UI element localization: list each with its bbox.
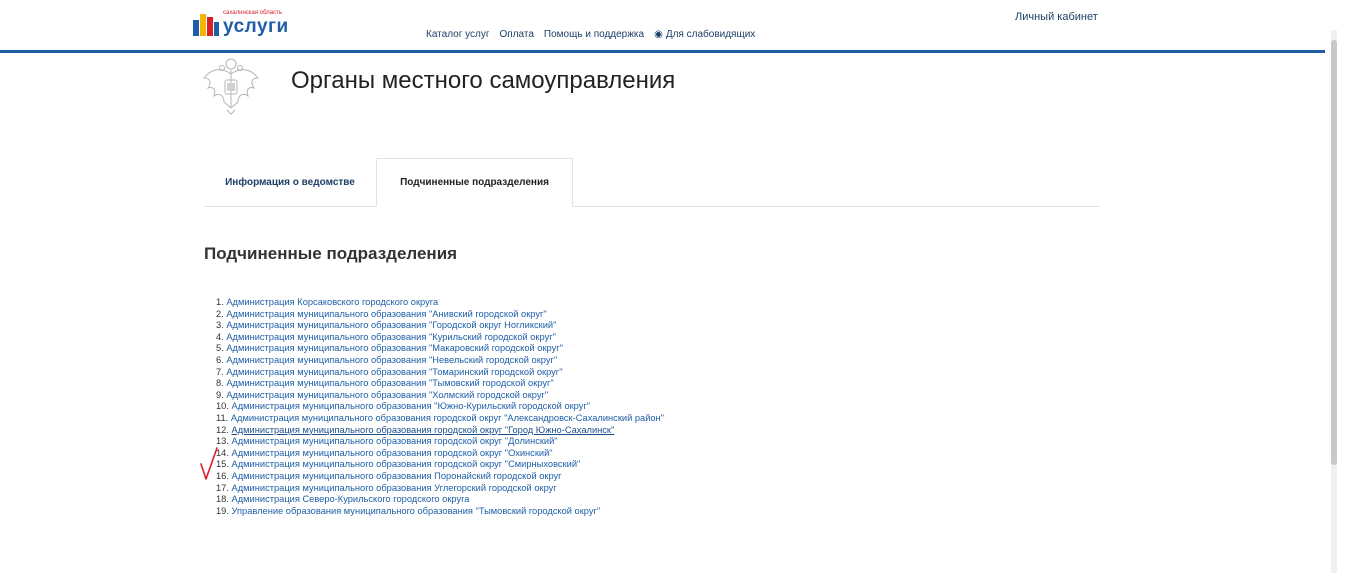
list-item: 9. Администрация муниципального образова…	[216, 390, 664, 402]
list-item-number: 11.	[216, 412, 229, 423]
personal-cabinet-link[interactable]: Личный кабинет	[1015, 11, 1098, 23]
list-item: 13. Администрация муниципального образов…	[216, 436, 664, 448]
subdivision-link[interactable]: Администрация муниципального образования…	[226, 343, 563, 353]
subdivision-link[interactable]: Администрация муниципального образования…	[226, 309, 546, 319]
subdivision-link[interactable]: Администрация муниципального образования…	[226, 332, 556, 342]
subdivision-link[interactable]: Администрация муниципального образования…	[232, 459, 581, 469]
subdivision-link[interactable]: Администрация муниципального образования…	[232, 483, 557, 493]
subdivision-link[interactable]: Администрация муниципального образования…	[226, 378, 553, 388]
logo-mark-icon	[193, 14, 219, 36]
list-item-number: 19.	[216, 505, 229, 516]
subdivision-link[interactable]: Администрация муниципального образования…	[226, 367, 562, 377]
main-nav: Каталог услуг Оплата Помощь и поддержка …	[426, 29, 775, 40]
tabs: Информация о ведомстве Подчиненные подра…	[204, 158, 1100, 207]
list-item: 10. Администрация муниципального образов…	[216, 401, 664, 413]
list-item-number: 17.	[216, 482, 229, 493]
list-item-number: 3.	[216, 320, 224, 331]
nav-accessibility-label: Для слабовидящих	[665, 29, 756, 40]
tab-department-info[interactable]: Информация о ведомстве	[204, 158, 376, 206]
list-item: 6. Администрация муниципального образова…	[216, 355, 664, 367]
subdivision-list: 1. Администрация Корсаковского городског…	[216, 297, 664, 517]
list-item: 18. Администрация Северо-Курильского гор…	[216, 494, 664, 506]
subdivision-link[interactable]: Администрация муниципального образования…	[226, 320, 556, 330]
list-item: 5. Администрация муниципального образова…	[216, 343, 664, 355]
subdivision-link[interactable]: Администрация Корсаковского городского о…	[226, 297, 438, 307]
subdivision-link[interactable]: Администрация муниципального образования…	[232, 401, 591, 411]
page: сахалинская область услуги Каталог услуг…	[0, 0, 1359, 573]
list-item-number: 15.	[216, 459, 229, 470]
list-item-number: 1.	[216, 297, 224, 307]
nav-accessibility[interactable]: ◉ Для слабовидящих	[654, 29, 765, 40]
coat-of-arms-icon	[202, 58, 260, 115]
list-item-number: 10.	[216, 401, 229, 412]
subdivision-link[interactable]: Администрация Северо-Курильского городск…	[232, 494, 470, 504]
list-item: 16. Администрация муниципального образов…	[216, 471, 664, 483]
logo-title: услуги	[223, 16, 289, 37]
scrollbar-thumb[interactable]	[1331, 40, 1337, 465]
eye-icon: ◉	[654, 29, 663, 40]
subdivision-link[interactable]: Администрация муниципального образования…	[232, 471, 562, 481]
subdivision-link[interactable]: Администрация муниципального образования…	[226, 390, 548, 400]
nav-payment[interactable]: Оплата	[500, 29, 534, 40]
list-item: 15. Администрация муниципального образов…	[216, 459, 664, 471]
list-item: 1. Администрация Корсаковского городског…	[216, 297, 664, 309]
list-item: 17. Администрация муниципального образов…	[216, 483, 664, 495]
list-item-number: 12.	[216, 424, 229, 435]
list-item: 8. Администрация муниципального образова…	[216, 378, 664, 390]
logo-text: сахалинская область услуги	[223, 10, 289, 36]
section-title: Подчиненные подразделения	[204, 244, 458, 263]
list-item-number: 14.	[216, 447, 229, 458]
list-item-number: 4.	[216, 331, 224, 342]
scrollbar[interactable]	[1331, 30, 1337, 573]
subdivision-link[interactable]: Администрация муниципального образования…	[232, 448, 553, 458]
list-item: 14. Администрация муниципального образов…	[216, 448, 664, 460]
list-item: 19. Управление образования муниципальног…	[216, 506, 664, 518]
list-item-number: 16.	[216, 470, 229, 481]
nav-catalog[interactable]: Каталог услуг	[426, 29, 490, 40]
subdivision-link[interactable]: Администрация муниципального образования…	[226, 355, 557, 365]
list-item: 7. Администрация муниципального образова…	[216, 367, 664, 379]
list-item: 2. Администрация муниципального образова…	[216, 309, 664, 321]
list-item-number: 2.	[216, 308, 224, 319]
nav-help[interactable]: Помощь и поддержка	[544, 29, 644, 40]
tab-subdivisions[interactable]: Подчиненные подразделения	[376, 158, 573, 207]
list-item: 11. Администрация муниципального образов…	[216, 413, 664, 425]
subdivision-link[interactable]: Администрация муниципального образования…	[232, 425, 615, 435]
list-item-number: 5.	[216, 343, 224, 354]
list-item-number: 9.	[216, 389, 224, 400]
list-item-number: 13.	[216, 436, 229, 447]
list-item-number: 8.	[216, 378, 224, 389]
list-item: 12. Администрация муниципального образов…	[216, 425, 664, 437]
site-header: сахалинская область услуги Каталог услуг…	[0, 0, 1325, 53]
list-item-number: 18.	[216, 494, 229, 505]
list-item-number: 7.	[216, 366, 224, 377]
list-item-number: 6.	[216, 354, 224, 365]
site-logo[interactable]: сахалинская область услуги	[193, 10, 289, 36]
list-item: 3. Администрация муниципального образова…	[216, 320, 664, 332]
subdivision-link[interactable]: Администрация муниципального образования…	[232, 436, 558, 446]
list-item: 4. Администрация муниципального образова…	[216, 332, 664, 344]
page-title: Органы местного самоуправления	[291, 67, 676, 94]
subdivision-link[interactable]: Управление образования муниципального об…	[232, 506, 601, 516]
subdivision-link[interactable]: Администрация муниципального образования…	[231, 413, 664, 423]
